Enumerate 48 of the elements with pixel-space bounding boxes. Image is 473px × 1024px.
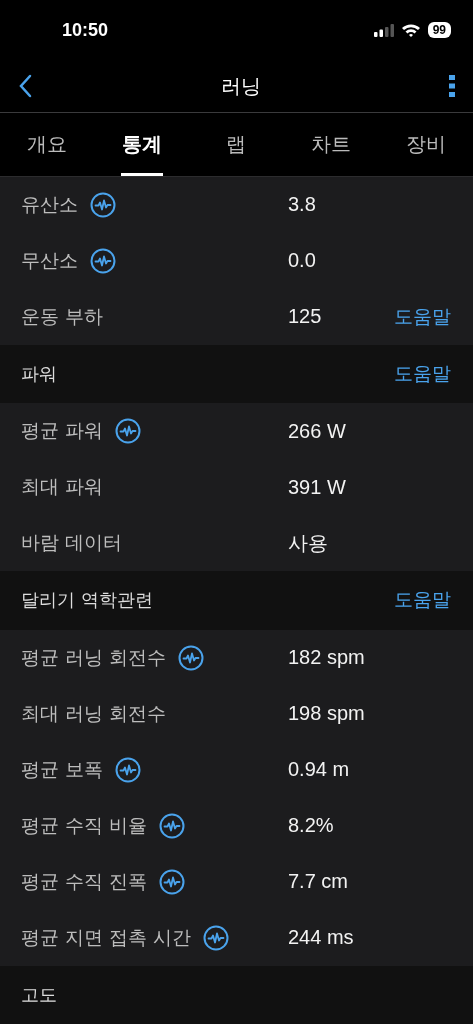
- stat-label: 평균 보폭: [21, 756, 104, 782]
- activity-chart-icon[interactable]: [115, 418, 142, 444]
- stat-label: 최대 러닝 회전수: [21, 700, 167, 726]
- stat-value: 0.0: [288, 249, 317, 272]
- stat-value: 0.94 m: [288, 758, 351, 781]
- activity-chart-icon[interactable]: [90, 247, 116, 274]
- activity-chart-icon[interactable]: [203, 924, 230, 951]
- help-link[interactable]: 도움말: [394, 360, 451, 387]
- wifi-icon: [400, 23, 421, 38]
- stat-value: 198 spm: [288, 702, 366, 725]
- status-time: 10:50: [62, 19, 109, 41]
- battery-level: 99: [427, 22, 451, 39]
- stat-label: 운동 부하: [21, 303, 104, 329]
- stat-label: 평균 러닝 회전수: [21, 644, 167, 670]
- stat-value: 3.8: [288, 193, 317, 216]
- signal-icon: [373, 23, 394, 37]
- section-title: 파워: [21, 361, 57, 386]
- stat-label: 평균 지면 접촉 시간: [21, 924, 192, 950]
- tab[interactable]: 차트: [283, 113, 379, 176]
- tab[interactable]: 장비: [378, 113, 473, 176]
- section-title: 달리기 역학관련: [21, 588, 153, 613]
- activity-chart-icon[interactable]: [159, 868, 186, 895]
- stat-label: 바람 데이터: [21, 530, 123, 555]
- stat-value: 7.7 cm: [288, 870, 350, 893]
- tab[interactable]: 개요: [0, 113, 95, 176]
- screen-title: 러닝: [220, 72, 261, 100]
- activity-chart-icon[interactable]: [115, 756, 142, 783]
- stat-value: 391 W: [288, 475, 347, 499]
- activity-chart-icon[interactable]: [178, 644, 205, 671]
- stat-value: 사용: [288, 530, 329, 556]
- stat-value: 8.2%: [288, 814, 335, 837]
- activity-chart-icon[interactable]: [159, 812, 186, 839]
- tab[interactable]: 랩: [189, 113, 284, 176]
- stat-value: 182 spm: [288, 646, 366, 669]
- stat-value: 266 W: [288, 419, 347, 443]
- stat-label: 평균 수직 진폭: [21, 868, 148, 894]
- stat-label: 유산소: [21, 191, 78, 217]
- stat-value: 125: [288, 305, 323, 328]
- stat-value: 244 ms: [288, 926, 355, 949]
- help-link[interactable]: 도움말: [394, 303, 451, 330]
- section-title: 고도: [21, 982, 57, 1007]
- help-link[interactable]: 도움말: [394, 587, 451, 614]
- stat-label: 평균 파워: [21, 418, 104, 443]
- tab[interactable]: 통계: [120, 113, 164, 176]
- stat-label: 무산소: [21, 247, 78, 273]
- stat-label: 평균 수직 비율: [21, 812, 148, 838]
- stat-label: 최대 파워: [21, 474, 104, 499]
- activity-chart-icon[interactable]: [90, 191, 116, 218]
